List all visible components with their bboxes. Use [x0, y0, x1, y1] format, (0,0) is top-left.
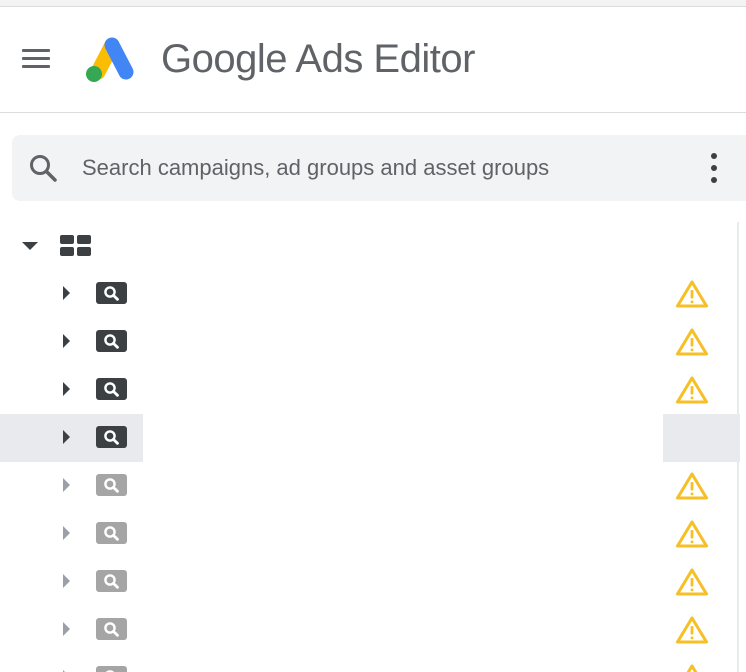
- account-grid-icon: [60, 235, 92, 257]
- hamburger-menu-icon[interactable]: [14, 41, 58, 77]
- warning-icon[interactable]: [675, 327, 709, 357]
- more-vert-icon[interactable]: [702, 151, 726, 185]
- tree-root-row[interactable]: [0, 222, 740, 270]
- caret-down-icon[interactable]: [22, 242, 38, 250]
- app-window: Google Ads Editor: [0, 0, 746, 672]
- expand-arrow-icon[interactable]: [63, 382, 70, 396]
- expand-arrow-icon[interactable]: [63, 574, 70, 588]
- app-header: Google Ads Editor: [0, 7, 746, 113]
- expand-arrow-icon[interactable]: [63, 526, 70, 540]
- row-selection-highlight: [663, 414, 740, 462]
- search-campaign-icon: [96, 570, 127, 592]
- warning-icon[interactable]: [675, 615, 709, 645]
- search-input[interactable]: [82, 151, 682, 185]
- search-campaign-icon: [96, 330, 127, 352]
- search-campaign-icon: [96, 474, 127, 496]
- google-ads-logo-icon: [86, 37, 134, 82]
- expand-arrow-icon[interactable]: [63, 622, 70, 636]
- search-campaign-icon: [96, 282, 127, 304]
- warning-icon[interactable]: [675, 471, 709, 501]
- warning-icon[interactable]: [675, 375, 709, 405]
- search-campaign-icon: [96, 378, 127, 400]
- campaign-row[interactable]: [0, 606, 740, 654]
- expand-arrow-icon[interactable]: [63, 334, 70, 348]
- expand-arrow-icon[interactable]: [63, 286, 70, 300]
- campaign-row[interactable]: [0, 558, 740, 606]
- expand-arrow-icon[interactable]: [63, 478, 70, 492]
- search-icon[interactable]: [28, 153, 58, 183]
- campaign-row[interactable]: [0, 510, 740, 558]
- search-campaign-icon: [96, 666, 127, 672]
- campaign-tree: [0, 222, 740, 672]
- search-campaign-icon: [96, 426, 127, 448]
- app-title: Google Ads Editor: [161, 37, 475, 81]
- warning-icon[interactable]: [675, 279, 709, 309]
- search-bar[interactable]: [12, 135, 746, 201]
- campaign-row[interactable]: [0, 366, 740, 414]
- campaign-row[interactable]: [0, 318, 740, 366]
- expand-arrow-icon[interactable]: [63, 430, 70, 444]
- campaign-row[interactable]: [0, 414, 740, 462]
- campaign-row[interactable]: [0, 462, 740, 510]
- warning-icon[interactable]: [675, 567, 709, 597]
- search-campaign-icon: [96, 522, 127, 544]
- warning-icon[interactable]: [675, 663, 709, 672]
- search-campaign-icon: [96, 618, 127, 640]
- window-top-border: [0, 0, 746, 7]
- campaign-row[interactable]: [0, 654, 740, 672]
- campaign-row[interactable]: [0, 270, 740, 318]
- warning-icon[interactable]: [675, 519, 709, 549]
